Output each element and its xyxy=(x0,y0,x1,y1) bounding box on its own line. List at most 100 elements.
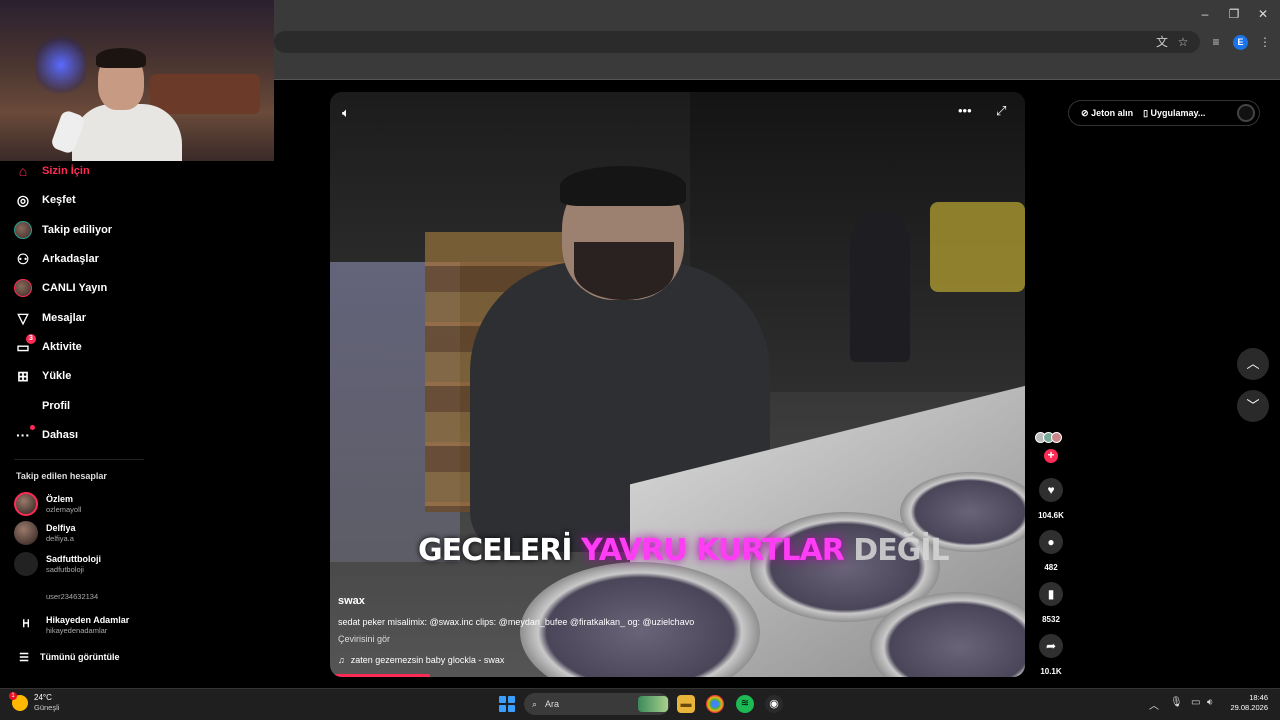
home-icon: ⌂ xyxy=(18,163,28,179)
account-avatar xyxy=(14,584,38,608)
sidebar-item-explore[interactable]: ◎ Keşfet xyxy=(14,189,76,211)
previous-video-button[interactable]: ︿ xyxy=(1237,348,1269,380)
clock-time: 18:46 xyxy=(1249,693,1268,702)
video-man-hair xyxy=(560,166,686,206)
taskbar-search[interactable]: ⌕ Ara xyxy=(524,693,670,715)
friends-icon: ⚇ xyxy=(16,250,30,267)
chevron-up-icon: ︿ xyxy=(1246,356,1260,371)
phone-icon: ▯ xyxy=(1143,107,1149,118)
sidebar-item-profile[interactable]: Profil xyxy=(14,395,70,417)
list-icon: ☰ xyxy=(19,651,29,664)
media-queue-icon[interactable]: ≡ xyxy=(1208,34,1224,50)
sidebar-item-label: Takip ediliyor xyxy=(42,224,113,236)
account-avatar xyxy=(14,521,38,545)
browser-menu-icon[interactable]: ⋮ xyxy=(1257,34,1273,50)
upload-icon: ⊞ xyxy=(17,367,29,384)
spotify-icon[interactable]: ≋ xyxy=(736,695,754,713)
weather-temp: 24°C xyxy=(34,693,52,702)
translate-icon[interactable]: 文 xyxy=(1154,34,1170,50)
compass-icon: ◎ xyxy=(16,191,30,208)
music-link[interactable]: ♫ zaten gezemezsin baby glockla - swax xyxy=(338,655,504,665)
more-options-icon[interactable]: ••• xyxy=(958,103,972,118)
sidebar-item-activity[interactable]: ▭ 3 Aktivite xyxy=(14,334,82,358)
sofa xyxy=(150,74,260,114)
followed-account[interactable]: ᕼ Hikayeden Adamlar hikayedenadamlar xyxy=(14,613,129,637)
maximize-button[interactable]: ❐ xyxy=(1219,4,1249,24)
obs-icon[interactable]: ◉ xyxy=(765,695,783,713)
weather-badge: 1 xyxy=(9,692,17,700)
sidebar-item-live[interactable]: CANLI Yayın xyxy=(14,277,107,299)
followed-account[interactable]: Delfiya delfiya.a xyxy=(14,521,76,545)
sidebar-item-label: Yükle xyxy=(42,370,72,382)
live-avatar xyxy=(14,279,32,297)
comment-count: 482 xyxy=(1044,563,1058,572)
follow-plus-button[interactable]: + xyxy=(1044,449,1058,463)
creator-avatar[interactable] xyxy=(1035,432,1066,448)
see-all-button[interactable]: ☰ Tümünü görüntüle xyxy=(18,646,119,668)
followed-account[interactable]: Sadfuttboloji sadfutboloji xyxy=(14,552,101,576)
clock-date: 29.08.2026 xyxy=(1230,703,1268,712)
save-button[interactable]: ▮ xyxy=(1039,582,1063,606)
sidebar-item-upload[interactable]: ⊞ Yükle xyxy=(14,365,71,387)
next-video-button[interactable]: ﹀ xyxy=(1237,390,1269,422)
followed-account[interactable]: user234632134 xyxy=(14,584,98,608)
file-explorer-icon[interactable]: ▬ xyxy=(677,695,695,713)
address-bar[interactable] xyxy=(274,31,1200,53)
video-player[interactable]: 🔈︎ ••• ⤢ GECELERİ YAVRU KURTLAR DEĞİL sw… xyxy=(330,92,1025,677)
see-translation-link[interactable]: Çevirisini gör xyxy=(338,634,390,644)
account-avatar xyxy=(14,492,38,516)
sidebar-item-more[interactable]: ··· Dahası xyxy=(14,424,78,446)
profile-avatar[interactable]: E xyxy=(1233,35,1248,50)
video-progress-bar[interactable] xyxy=(334,674,431,677)
sidebar-item-label: CANLI Yayın xyxy=(42,282,108,294)
get-app-button[interactable]: ▯ Uygulamay... xyxy=(1143,108,1205,119)
speaker-icon[interactable]: 🔉︎ xyxy=(1207,697,1213,708)
star-icon[interactable]: ☆ xyxy=(1175,34,1191,50)
get-coins-label: Jeton alın xyxy=(1091,107,1134,118)
sidebar-item-messages[interactable]: ▽ Mesajlar xyxy=(14,307,86,329)
sidebar-item-label: Arkadaşlar xyxy=(42,253,99,265)
share-icon: ➦ xyxy=(1045,639,1057,653)
account-name: Özlem xyxy=(46,494,74,504)
taskbar-clock[interactable]: 18:46 29.08.2026 xyxy=(1226,693,1268,713)
save-count: 8532 xyxy=(1042,615,1060,624)
heart-icon: ♥ xyxy=(1047,483,1055,497)
following-avatar xyxy=(14,221,32,239)
sidebar-item-following[interactable]: Takip ediliyor xyxy=(14,219,112,241)
activity-icon: ▭ 3 xyxy=(14,334,36,356)
minimize-button[interactable]: – xyxy=(1190,4,1220,24)
rgb-lights xyxy=(36,30,86,100)
sidebar-item-friends[interactable]: ⚇ Arkadaşlar xyxy=(14,248,99,270)
video-description: sedat peker misalimix: @swax.inc clips: … xyxy=(338,617,695,627)
share-button[interactable]: ➦ xyxy=(1039,634,1063,658)
display-icon[interactable]: ▭ xyxy=(1191,697,1200,708)
start-button[interactable] xyxy=(499,696,515,712)
like-button[interactable]: ♥ xyxy=(1039,478,1063,502)
volume-icon[interactable]: 🔈︎ xyxy=(342,105,350,121)
sidebar-item-label: Aktivite xyxy=(42,341,82,353)
hikayeden-logo-icon: ᕼ xyxy=(14,613,38,637)
sidebar-item-label: Sizin İçin xyxy=(42,165,90,177)
sidebar-item-for-you[interactable]: ⌂ Sizin İçin xyxy=(14,160,90,182)
search-icon: ⌕ xyxy=(532,698,538,709)
caption-word-pink: YAVRU KURTLAR xyxy=(580,533,845,568)
send-icon: ▽ xyxy=(17,309,29,326)
comment-button[interactable]: ● xyxy=(1039,530,1063,554)
account-avatar xyxy=(14,552,38,576)
microphone-icon[interactable]: 🎙︎ xyxy=(1170,697,1183,708)
weather-widget[interactable]: 1 24°C Güneşli xyxy=(9,692,59,713)
user-avatar[interactable] xyxy=(1237,104,1255,122)
chrome-icon[interactable] xyxy=(706,695,724,713)
tray-chevron-icon[interactable]: ︿ xyxy=(1149,697,1159,712)
video-author[interactable]: swax xyxy=(338,595,365,607)
fullscreen-icon[interactable]: ⤢ xyxy=(996,103,1006,119)
followed-account[interactable]: Özlem ozlemayoll xyxy=(14,492,81,516)
get-coins-button[interactable]: ⊘ Jeton alın xyxy=(1081,108,1133,119)
bookmarks-bar xyxy=(274,56,1280,80)
video-kid xyxy=(850,212,910,362)
search-highlight-image xyxy=(638,696,668,712)
account-username: ozlemayoll xyxy=(46,505,82,514)
video-caption: GECELERİ YAVRU KURTLAR DEĞİL xyxy=(418,533,950,568)
close-window-button[interactable]: ✕ xyxy=(1248,4,1278,24)
video-man-beard xyxy=(574,242,674,300)
